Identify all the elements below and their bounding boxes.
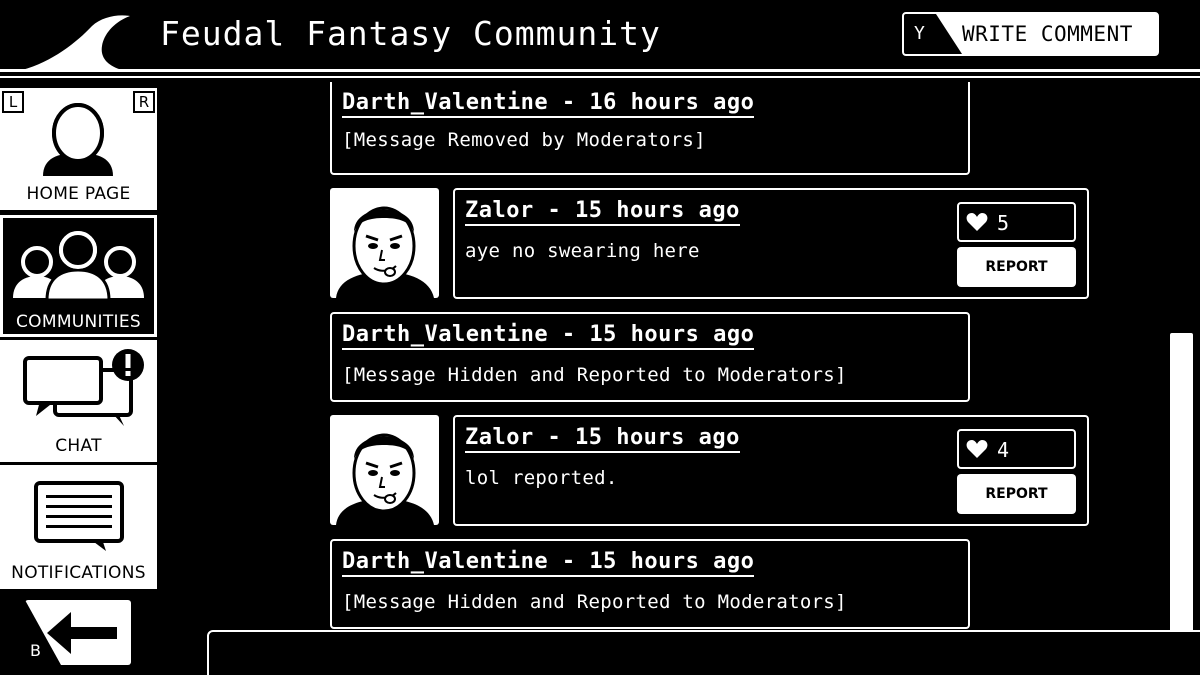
report-button[interactable]: REPORT	[957, 474, 1076, 514]
comment-header: Zalor - 15 hours ago	[465, 425, 740, 453]
write-comment-label: WRITE COMMENT	[962, 22, 1133, 46]
top-bar: Feudal Fantasy Community Y WRITE COMMENT	[0, 0, 1200, 82]
header-divider-thin	[0, 76, 1200, 78]
sidebar-item-home-page[interactable]: L R HOME PAGE	[0, 88, 157, 210]
bottom-panel	[207, 630, 1200, 675]
avatar	[330, 188, 439, 298]
report-button[interactable]: REPORT	[957, 247, 1076, 287]
comment-text: lol reported.	[465, 467, 618, 489]
heart-icon	[966, 440, 988, 458]
comment-text: [Message Removed by Moderators]	[342, 129, 706, 151]
comment-text: aye no swearing here	[465, 240, 700, 262]
comment-card: Darth_Valentine - 15 hours ago [Message …	[330, 312, 970, 402]
comment-card: Zalor - 15 hours ago aye no swearing her…	[453, 188, 1089, 299]
comment-text: [Message Hidden and Reported to Moderato…	[342, 364, 847, 386]
heart-icon	[966, 213, 988, 231]
b-key-hint: B	[30, 641, 41, 660]
chat-alert-icon	[23, 349, 144, 426]
feed-scrollbar[interactable]	[1170, 333, 1193, 633]
sidebar-item-notifications[interactable]: NOTIFICATIONS	[0, 465, 157, 589]
zalor-face-icon	[336, 433, 434, 525]
comment-text: [Message Hidden and Reported to Moderato…	[342, 591, 847, 613]
like-button[interactable]: 5	[957, 202, 1076, 242]
sidebar-item-label: NOTIFICATIONS	[11, 563, 146, 583]
avatar	[330, 415, 439, 525]
wave-logo-icon	[22, 15, 130, 71]
message-list-icon	[34, 481, 124, 551]
sidebar-item-label: CHAT	[55, 436, 102, 456]
sidebar-item-communities[interactable]: COMMUNITIES	[0, 215, 157, 337]
comment-card: Darth_Valentine - 16 hours ago [Message …	[330, 82, 970, 175]
back-button[interactable]: B	[25, 600, 131, 665]
group-icon	[13, 231, 144, 302]
sidebar-item-label: COMMUNITIES	[16, 312, 141, 332]
comment-header: Darth_Valentine - 15 hours ago	[342, 322, 755, 350]
header-divider	[0, 69, 1200, 72]
like-count: 4	[997, 438, 1010, 462]
zalor-face-icon	[336, 206, 434, 298]
sidebar-item-label: HOME PAGE	[26, 184, 131, 204]
person-icon	[43, 103, 113, 176]
comment-header: Darth_Valentine - 15 hours ago	[342, 549, 755, 577]
sidebar-item-chat[interactable]: CHAT	[0, 340, 157, 462]
comment-header: Darth_Valentine - 16 hours ago	[342, 90, 755, 118]
like-button[interactable]: 4	[957, 429, 1076, 469]
like-count: 5	[997, 211, 1010, 235]
write-comment-button[interactable]: Y WRITE COMMENT	[902, 12, 1159, 56]
y-key-hint: Y	[914, 23, 925, 44]
comment-feed[interactable]: Darth_Valentine - 16 hours ago [Message …	[158, 82, 1168, 632]
page-title: Feudal Fantasy Community	[160, 14, 661, 53]
button-key-tab	[904, 14, 962, 54]
comment-card: Zalor - 15 hours ago lol reported. 4 REP…	[453, 415, 1089, 526]
comment-card: Darth_Valentine - 15 hours ago [Message …	[330, 539, 970, 629]
comment-header: Zalor - 15 hours ago	[465, 198, 740, 226]
